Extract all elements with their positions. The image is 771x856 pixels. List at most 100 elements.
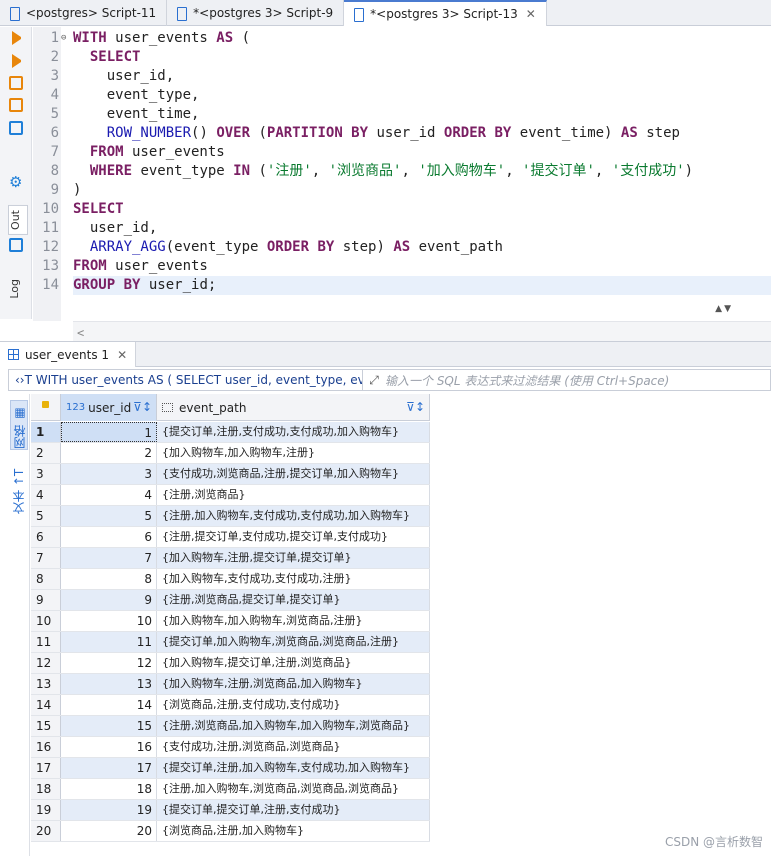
cell-event-path[interactable]: {加入购物车,注册,浏览商品,加入购物车} bbox=[157, 674, 430, 694]
table-row[interactable]: 6 6 {注册,提交订单,支付成功,提交订单,支付成功} bbox=[31, 527, 430, 548]
cell-user-id[interactable]: 20 bbox=[61, 821, 157, 841]
table-row[interactable]: 7 7 {加入购物车,注册,提交订单,提交订单} bbox=[31, 548, 430, 569]
row-number[interactable]: 18 bbox=[31, 779, 61, 799]
cell-user-id[interactable]: 14 bbox=[61, 695, 157, 715]
row-number[interactable]: 15 bbox=[31, 716, 61, 736]
tab-script-13[interactable]: *<postgres 3> Script-13 ✕ bbox=[344, 0, 547, 26]
cell-user-id[interactable]: 10 bbox=[61, 611, 157, 631]
cell-event-path[interactable]: {支付成功,浏览商品,注册,提交订单,加入购物车} bbox=[157, 464, 430, 484]
cell-user-id[interactable]: 17 bbox=[61, 758, 157, 778]
expand-icon[interactable]: ⤢ bbox=[363, 373, 385, 388]
table-row[interactable]: 9 9 {注册,浏览商品,提交订单,提交订单} bbox=[31, 590, 430, 611]
row-number[interactable]: 12 bbox=[31, 653, 61, 673]
table-row[interactable]: 5 5 {注册,加入购物车,支付成功,支付成功,加入购物车} bbox=[31, 506, 430, 527]
cell-user-id[interactable]: 16 bbox=[61, 737, 157, 757]
cell-user-id[interactable]: 18 bbox=[61, 779, 157, 799]
cell-event-path[interactable]: {注册,浏览商品,加入购物车,加入购物车,浏览商品} bbox=[157, 716, 430, 736]
cell-event-path[interactable]: {提交订单,提交订单,注册,支付成功} bbox=[157, 800, 430, 820]
cell-user-id[interactable]: 7 bbox=[61, 548, 157, 568]
row-number[interactable]: 11 bbox=[31, 632, 61, 652]
grid-view-toggle[interactable]: 网格 ▦ bbox=[10, 400, 28, 450]
server-output-icon[interactable] bbox=[9, 238, 23, 252]
column-header-user-id[interactable]: 123 user_id ⊽↕ bbox=[61, 394, 157, 421]
row-number[interactable]: 2 bbox=[31, 443, 61, 463]
row-number[interactable]: 20 bbox=[31, 821, 61, 841]
cell-event-path[interactable]: {加入购物车,支付成功,支付成功,注册} bbox=[157, 569, 430, 589]
execute-statement-icon[interactable] bbox=[12, 31, 26, 45]
log-panel-toggle[interactable]: Log bbox=[8, 275, 28, 303]
cell-user-id[interactable]: 15 bbox=[61, 716, 157, 736]
table-row[interactable]: 16 16 {支付成功,注册,浏览商品,浏览商品} bbox=[31, 737, 430, 758]
cell-user-id[interactable]: 19 bbox=[61, 800, 157, 820]
cell-user-id[interactable]: 12 bbox=[61, 653, 157, 673]
execute-script-icon[interactable] bbox=[9, 76, 23, 90]
row-number[interactable]: 10 bbox=[31, 611, 61, 631]
cell-event-path[interactable]: {注册,加入购物车,支付成功,支付成功,加入购物车} bbox=[157, 506, 430, 526]
fold-toggle-icon[interactable]: ⊖ bbox=[61, 33, 66, 43]
text-view-toggle[interactable]: 文本 ↑T bbox=[10, 464, 28, 514]
filter-sort-icon[interactable]: ⊽↕ bbox=[133, 400, 152, 414]
table-row[interactable]: 18 18 {注册,加入购物车,浏览商品,浏览商品,浏览商品} bbox=[31, 779, 430, 800]
cell-user-id[interactable]: 2 bbox=[61, 443, 157, 463]
cell-event-path[interactable]: {加入购物车,提交订单,注册,浏览商品} bbox=[157, 653, 430, 673]
cell-event-path[interactable]: {注册,浏览商品,提交订单,提交订单} bbox=[157, 590, 430, 610]
cell-user-id[interactable]: 3 bbox=[61, 464, 157, 484]
row-number[interactable]: 14 bbox=[31, 695, 61, 715]
column-header-event-path[interactable]: event_path ⊽↕ bbox=[157, 394, 430, 421]
row-number[interactable]: 16 bbox=[31, 737, 61, 757]
cell-event-path[interactable]: {注册,提交订单,支付成功,提交订单,支付成功} bbox=[157, 527, 430, 547]
table-row[interactable]: 1 1 {提交订单,注册,支付成功,支付成功,加入购物车} bbox=[31, 422, 430, 443]
cell-event-path[interactable]: {注册,加入购物车,浏览商品,浏览商品,浏览商品} bbox=[157, 779, 430, 799]
explain-plan-icon[interactable] bbox=[9, 121, 23, 135]
row-number[interactable]: 17 bbox=[31, 758, 61, 778]
cell-event-path[interactable]: {提交订单,注册,支付成功,支付成功,加入购物车} bbox=[157, 422, 430, 442]
cell-event-path[interactable]: {加入购物车,注册,提交订单,提交订单} bbox=[157, 548, 430, 568]
table-row[interactable]: 2 2 {加入购物车,加入购物车,注册} bbox=[31, 443, 430, 464]
cell-user-id[interactable]: 11 bbox=[61, 632, 157, 652]
cell-user-id[interactable]: 5 bbox=[61, 506, 157, 526]
sql-code[interactable]: WITH user_events AS ( SELECT user_id, ev… bbox=[73, 29, 771, 295]
close-icon[interactable]: ✕ bbox=[117, 348, 127, 362]
table-row[interactable]: 3 3 {支付成功,浏览商品,注册,提交订单,加入购物车} bbox=[31, 464, 430, 485]
cell-event-path[interactable]: {加入购物车,加入购物车,浏览商品,注册} bbox=[157, 611, 430, 631]
output-panel-toggle[interactable]: Out bbox=[8, 205, 28, 235]
tab-script-9[interactable]: *<postgres 3> Script-9 bbox=[167, 0, 345, 26]
table-row[interactable]: 8 8 {加入购物车,支付成功,支付成功,注册} bbox=[31, 569, 430, 590]
table-row[interactable]: 14 14 {浏览商品,注册,支付成功,支付成功} bbox=[31, 695, 430, 716]
query-text[interactable]: ‹›T WITH user_events AS ( SELECT user_id… bbox=[9, 370, 363, 390]
row-number[interactable]: 19 bbox=[31, 800, 61, 820]
row-number[interactable]: 7 bbox=[31, 548, 61, 568]
row-number[interactable]: 13 bbox=[31, 674, 61, 694]
row-number[interactable]: 6 bbox=[31, 527, 61, 547]
table-row[interactable]: 11 11 {提交订单,加入购物车,浏览商品,浏览商品,注册} bbox=[31, 632, 430, 653]
execute-script-new-tabs-icon[interactable] bbox=[9, 98, 23, 112]
row-number[interactable]: 1 bbox=[31, 422, 61, 442]
cell-user-id[interactable]: 1 bbox=[61, 422, 157, 442]
cell-user-id[interactable]: 13 bbox=[61, 674, 157, 694]
maximize-restore-icon[interactable]: ▲▼ bbox=[715, 304, 733, 314]
cell-user-id[interactable]: 9 bbox=[61, 590, 157, 610]
tab-result-user-events-1[interactable]: user_events 1 ✕ bbox=[0, 342, 137, 367]
row-number[interactable]: 8 bbox=[31, 569, 61, 589]
table-row[interactable]: 15 15 {注册,浏览商品,加入购物车,加入购物车,浏览商品} bbox=[31, 716, 430, 737]
cell-event-path[interactable]: {提交订单,注册,加入购物车,支付成功,加入购物车} bbox=[157, 758, 430, 778]
gear-icon[interactable]: ⚙ bbox=[9, 175, 23, 190]
table-row[interactable]: 17 17 {提交订单,注册,加入购物车,支付成功,加入购物车} bbox=[31, 758, 430, 779]
sql-editor[interactable]: 1 2 3 4 5 6 7 8 9 10 11 12 13 14 ⊖ WITH … bbox=[33, 27, 771, 347]
table-row[interactable]: 12 12 {加入购物车,提交订单,注册,浏览商品} bbox=[31, 653, 430, 674]
cell-event-path[interactable]: {提交订单,加入购物车,浏览商品,浏览商品,注册} bbox=[157, 632, 430, 652]
row-number[interactable]: 9 bbox=[31, 590, 61, 610]
table-row[interactable]: 4 4 {注册,浏览商品} bbox=[31, 485, 430, 506]
cell-user-id[interactable]: 8 bbox=[61, 569, 157, 589]
filter-sort-icon[interactable]: ⊽↕ bbox=[406, 400, 425, 414]
cell-event-path[interactable]: {支付成功,注册,浏览商品,浏览商品} bbox=[157, 737, 430, 757]
table-row[interactable]: 13 13 {加入购物车,注册,浏览商品,加入购物车} bbox=[31, 674, 430, 695]
cell-user-id[interactable]: 4 bbox=[61, 485, 157, 505]
tab-script-11[interactable]: <postgres> Script-11 bbox=[0, 0, 168, 26]
close-icon[interactable]: ✕ bbox=[526, 7, 536, 21]
scroll-left-icon[interactable]: < bbox=[77, 326, 84, 340]
table-row[interactable]: 10 10 {加入购物车,加入购物车,浏览商品,注册} bbox=[31, 611, 430, 632]
execute-statement-new-tab-icon[interactable] bbox=[12, 54, 26, 68]
cell-event-path[interactable]: {注册,浏览商品} bbox=[157, 485, 430, 505]
cell-event-path[interactable]: {浏览商品,注册,加入购物车} bbox=[157, 821, 430, 841]
